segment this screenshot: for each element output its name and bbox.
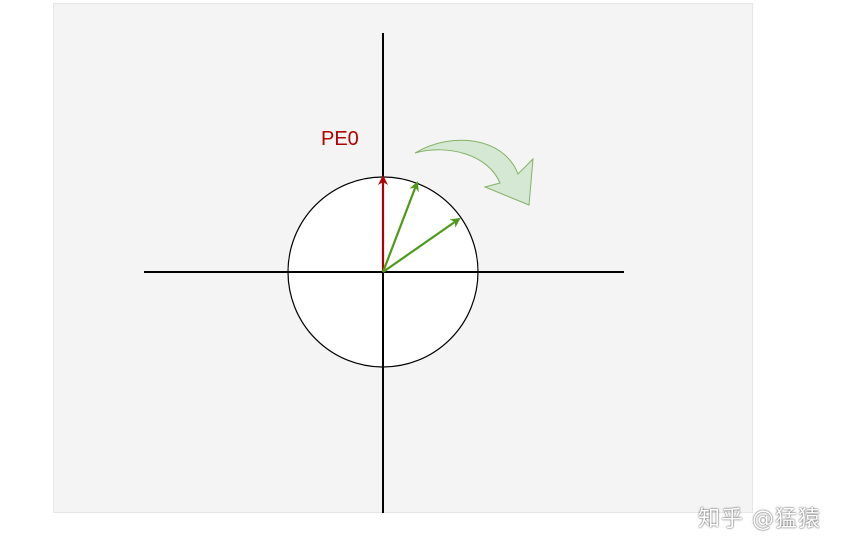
watermark-text: 知乎 @猛猿 xyxy=(698,507,821,532)
rotation-diagram: PE0 xyxy=(144,33,624,513)
pe0-label: PE0 xyxy=(321,128,359,150)
diagram-canvas: PE0 知乎 @猛猿 xyxy=(0,0,841,551)
